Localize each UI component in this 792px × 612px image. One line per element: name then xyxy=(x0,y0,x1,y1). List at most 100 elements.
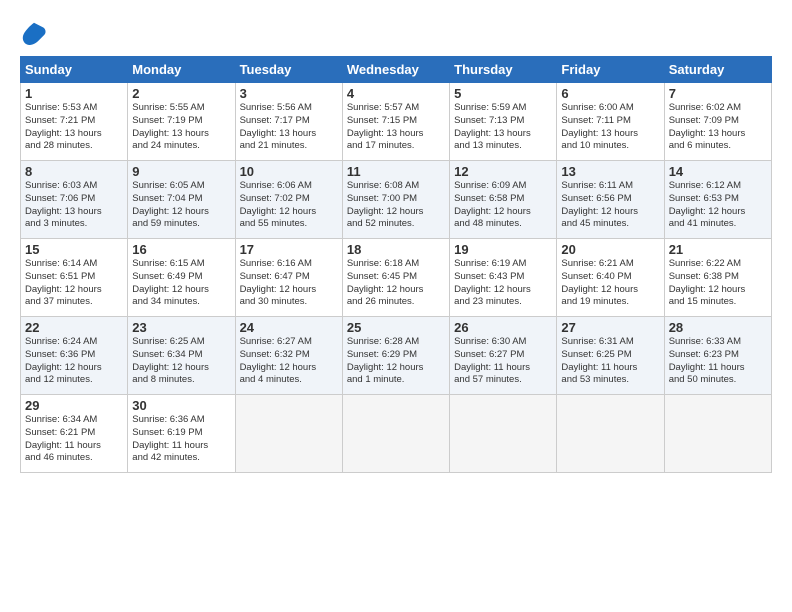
calendar-cell: 29Sunrise: 6:34 AM Sunset: 6:21 PM Dayli… xyxy=(21,395,128,473)
day-number: 23 xyxy=(132,320,230,335)
day-info: Sunrise: 6:22 AM Sunset: 6:38 PM Dayligh… xyxy=(669,258,767,309)
day-info: Sunrise: 6:11 AM Sunset: 6:56 PM Dayligh… xyxy=(561,180,659,231)
calendar-cell xyxy=(342,395,449,473)
day-info: Sunrise: 6:05 AM Sunset: 7:04 PM Dayligh… xyxy=(132,180,230,231)
calendar-cell: 1Sunrise: 5:53 AM Sunset: 7:21 PM Daylig… xyxy=(21,83,128,161)
day-info: Sunrise: 6:36 AM Sunset: 6:19 PM Dayligh… xyxy=(132,414,230,465)
day-info: Sunrise: 6:15 AM Sunset: 6:49 PM Dayligh… xyxy=(132,258,230,309)
day-number: 9 xyxy=(132,164,230,179)
day-info: Sunrise: 6:08 AM Sunset: 7:00 PM Dayligh… xyxy=(347,180,445,231)
day-number: 24 xyxy=(240,320,338,335)
day-info: Sunrise: 6:30 AM Sunset: 6:27 PM Dayligh… xyxy=(454,336,552,387)
day-number: 15 xyxy=(25,242,123,257)
day-info: Sunrise: 6:16 AM Sunset: 6:47 PM Dayligh… xyxy=(240,258,338,309)
day-number: 20 xyxy=(561,242,659,257)
day-info: Sunrise: 6:14 AM Sunset: 6:51 PM Dayligh… xyxy=(25,258,123,309)
calendar-cell xyxy=(235,395,342,473)
calendar-cell: 17Sunrise: 6:16 AM Sunset: 6:47 PM Dayli… xyxy=(235,239,342,317)
main-container: SundayMondayTuesdayWednesdayThursdayFrid… xyxy=(0,0,792,483)
day-info: Sunrise: 6:06 AM Sunset: 7:02 PM Dayligh… xyxy=(240,180,338,231)
day-number: 29 xyxy=(25,398,123,413)
calendar-cell: 20Sunrise: 6:21 AM Sunset: 6:40 PM Dayli… xyxy=(557,239,664,317)
calendar-cell: 28Sunrise: 6:33 AM Sunset: 6:23 PM Dayli… xyxy=(664,317,771,395)
calendar-table: SundayMondayTuesdayWednesdayThursdayFrid… xyxy=(20,56,772,473)
day-info: Sunrise: 6:09 AM Sunset: 6:58 PM Dayligh… xyxy=(454,180,552,231)
day-number: 30 xyxy=(132,398,230,413)
calendar-cell: 6Sunrise: 6:00 AM Sunset: 7:11 PM Daylig… xyxy=(557,83,664,161)
day-info: Sunrise: 6:33 AM Sunset: 6:23 PM Dayligh… xyxy=(669,336,767,387)
day-number: 4 xyxy=(347,86,445,101)
day-number: 21 xyxy=(669,242,767,257)
header-day-saturday: Saturday xyxy=(664,57,771,83)
day-info: Sunrise: 6:19 AM Sunset: 6:43 PM Dayligh… xyxy=(454,258,552,309)
header-day-sunday: Sunday xyxy=(21,57,128,83)
calendar-cell: 10Sunrise: 6:06 AM Sunset: 7:02 PM Dayli… xyxy=(235,161,342,239)
day-number: 12 xyxy=(454,164,552,179)
day-info: Sunrise: 6:24 AM Sunset: 6:36 PM Dayligh… xyxy=(25,336,123,387)
day-number: 6 xyxy=(561,86,659,101)
calendar-cell: 8Sunrise: 6:03 AM Sunset: 7:06 PM Daylig… xyxy=(21,161,128,239)
calendar-cell: 12Sunrise: 6:09 AM Sunset: 6:58 PM Dayli… xyxy=(450,161,557,239)
calendar-cell: 7Sunrise: 6:02 AM Sunset: 7:09 PM Daylig… xyxy=(664,83,771,161)
day-number: 17 xyxy=(240,242,338,257)
calendar-cell: 27Sunrise: 6:31 AM Sunset: 6:25 PM Dayli… xyxy=(557,317,664,395)
header-day-monday: Monday xyxy=(128,57,235,83)
day-info: Sunrise: 6:00 AM Sunset: 7:11 PM Dayligh… xyxy=(561,102,659,153)
calendar-cell: 2Sunrise: 5:55 AM Sunset: 7:19 PM Daylig… xyxy=(128,83,235,161)
header-day-tuesday: Tuesday xyxy=(235,57,342,83)
calendar-cell: 25Sunrise: 6:28 AM Sunset: 6:29 PM Dayli… xyxy=(342,317,449,395)
day-info: Sunrise: 6:27 AM Sunset: 6:32 PM Dayligh… xyxy=(240,336,338,387)
logo xyxy=(20,20,52,48)
day-number: 22 xyxy=(25,320,123,335)
day-number: 5 xyxy=(454,86,552,101)
day-info: Sunrise: 6:34 AM Sunset: 6:21 PM Dayligh… xyxy=(25,414,123,465)
header-day-thursday: Thursday xyxy=(450,57,557,83)
calendar-cell: 26Sunrise: 6:30 AM Sunset: 6:27 PM Dayli… xyxy=(450,317,557,395)
day-info: Sunrise: 6:02 AM Sunset: 7:09 PM Dayligh… xyxy=(669,102,767,153)
day-number: 25 xyxy=(347,320,445,335)
day-info: Sunrise: 6:25 AM Sunset: 6:34 PM Dayligh… xyxy=(132,336,230,387)
week-row-3: 22Sunrise: 6:24 AM Sunset: 6:36 PM Dayli… xyxy=(21,317,772,395)
calendar-cell: 21Sunrise: 6:22 AM Sunset: 6:38 PM Dayli… xyxy=(664,239,771,317)
calendar-cell: 16Sunrise: 6:15 AM Sunset: 6:49 PM Dayli… xyxy=(128,239,235,317)
day-number: 19 xyxy=(454,242,552,257)
calendar-cell xyxy=(664,395,771,473)
day-number: 27 xyxy=(561,320,659,335)
day-info: Sunrise: 5:55 AM Sunset: 7:19 PM Dayligh… xyxy=(132,102,230,153)
day-number: 2 xyxy=(132,86,230,101)
day-info: Sunrise: 6:21 AM Sunset: 6:40 PM Dayligh… xyxy=(561,258,659,309)
week-row-1: 8Sunrise: 6:03 AM Sunset: 7:06 PM Daylig… xyxy=(21,161,772,239)
day-number: 26 xyxy=(454,320,552,335)
calendar-cell xyxy=(557,395,664,473)
header xyxy=(20,16,772,48)
logo-icon xyxy=(20,20,48,48)
week-row-2: 15Sunrise: 6:14 AM Sunset: 6:51 PM Dayli… xyxy=(21,239,772,317)
week-row-0: 1Sunrise: 5:53 AM Sunset: 7:21 PM Daylig… xyxy=(21,83,772,161)
calendar-cell: 5Sunrise: 5:59 AM Sunset: 7:13 PM Daylig… xyxy=(450,83,557,161)
calendar-cell: 24Sunrise: 6:27 AM Sunset: 6:32 PM Dayli… xyxy=(235,317,342,395)
day-number: 14 xyxy=(669,164,767,179)
calendar-cell: 30Sunrise: 6:36 AM Sunset: 6:19 PM Dayli… xyxy=(128,395,235,473)
calendar-cell: 4Sunrise: 5:57 AM Sunset: 7:15 PM Daylig… xyxy=(342,83,449,161)
calendar-cell: 13Sunrise: 6:11 AM Sunset: 6:56 PM Dayli… xyxy=(557,161,664,239)
day-info: Sunrise: 5:59 AM Sunset: 7:13 PM Dayligh… xyxy=(454,102,552,153)
day-info: Sunrise: 5:57 AM Sunset: 7:15 PM Dayligh… xyxy=(347,102,445,153)
calendar-cell: 22Sunrise: 6:24 AM Sunset: 6:36 PM Dayli… xyxy=(21,317,128,395)
calendar-cell: 19Sunrise: 6:19 AM Sunset: 6:43 PM Dayli… xyxy=(450,239,557,317)
calendar-cell: 11Sunrise: 6:08 AM Sunset: 7:00 PM Dayli… xyxy=(342,161,449,239)
day-number: 28 xyxy=(669,320,767,335)
header-row: SundayMondayTuesdayWednesdayThursdayFrid… xyxy=(21,57,772,83)
day-info: Sunrise: 5:53 AM Sunset: 7:21 PM Dayligh… xyxy=(25,102,123,153)
day-info: Sunrise: 6:12 AM Sunset: 6:53 PM Dayligh… xyxy=(669,180,767,231)
header-day-wednesday: Wednesday xyxy=(342,57,449,83)
calendar-cell: 18Sunrise: 6:18 AM Sunset: 6:45 PM Dayli… xyxy=(342,239,449,317)
calendar-cell: 3Sunrise: 5:56 AM Sunset: 7:17 PM Daylig… xyxy=(235,83,342,161)
week-row-4: 29Sunrise: 6:34 AM Sunset: 6:21 PM Dayli… xyxy=(21,395,772,473)
calendar-cell: 15Sunrise: 6:14 AM Sunset: 6:51 PM Dayli… xyxy=(21,239,128,317)
calendar-cell: 14Sunrise: 6:12 AM Sunset: 6:53 PM Dayli… xyxy=(664,161,771,239)
day-number: 10 xyxy=(240,164,338,179)
calendar-cell xyxy=(450,395,557,473)
day-number: 11 xyxy=(347,164,445,179)
day-number: 3 xyxy=(240,86,338,101)
header-day-friday: Friday xyxy=(557,57,664,83)
